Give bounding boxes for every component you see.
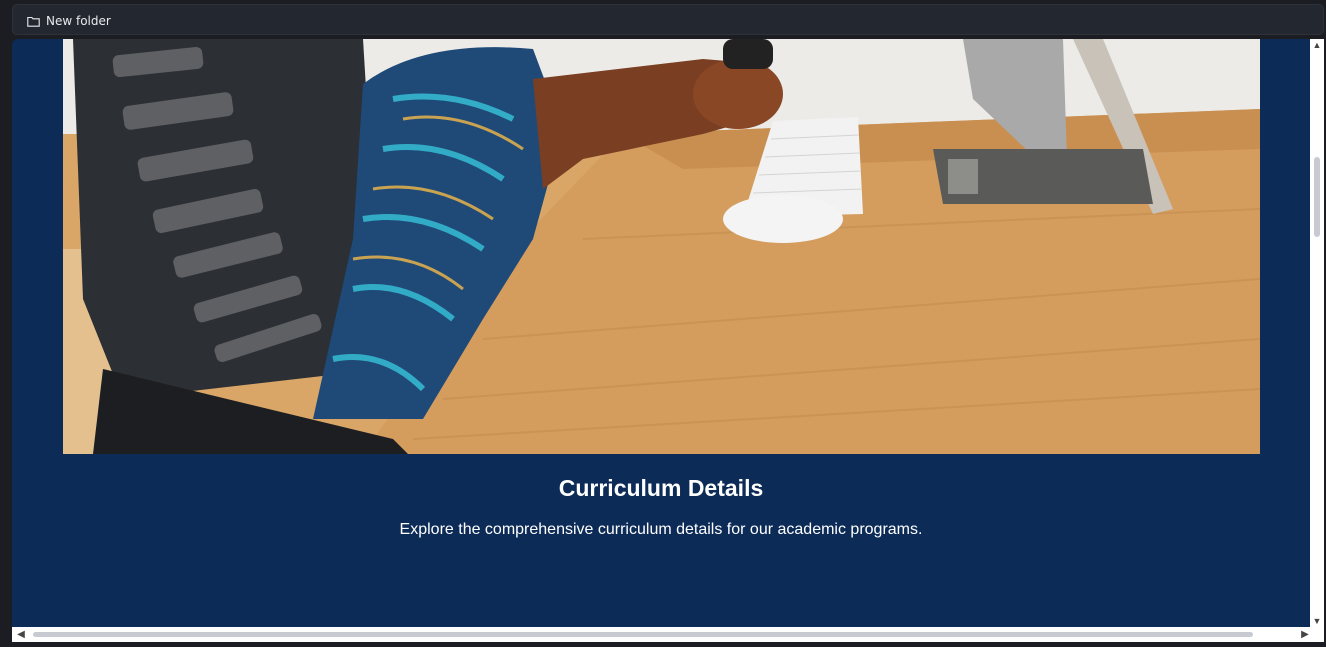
- page-title: Curriculum Details: [558, 475, 764, 501]
- bookmark-label: New folder: [46, 14, 111, 28]
- scroll-down-icon[interactable]: ▼: [1310, 615, 1324, 627]
- bookmark-folder-new-folder[interactable]: New folder: [27, 12, 111, 30]
- scroll-up-icon[interactable]: ▲: [1310, 39, 1324, 51]
- horizontal-scroll-thumb[interactable]: [33, 632, 1253, 637]
- page-description: Explore the comprehensive curriculum det…: [399, 521, 923, 538]
- vertical-scrollbar[interactable]: ▲ ▼: [1310, 39, 1324, 627]
- horizontal-scrollbar[interactable]: ◀ ▶: [12, 627, 1324, 642]
- scrollbar-corner: [1310, 627, 1324, 642]
- vertical-scroll-thumb[interactable]: [1314, 157, 1320, 237]
- hero-image: [63, 39, 1260, 454]
- page-viewport[interactable]: Curriculum Details Explore the comprehen…: [12, 39, 1324, 642]
- bookmarks-bar: New folder: [12, 4, 1324, 35]
- folder-icon: [27, 16, 40, 27]
- scroll-left-icon[interactable]: ◀: [14, 627, 28, 642]
